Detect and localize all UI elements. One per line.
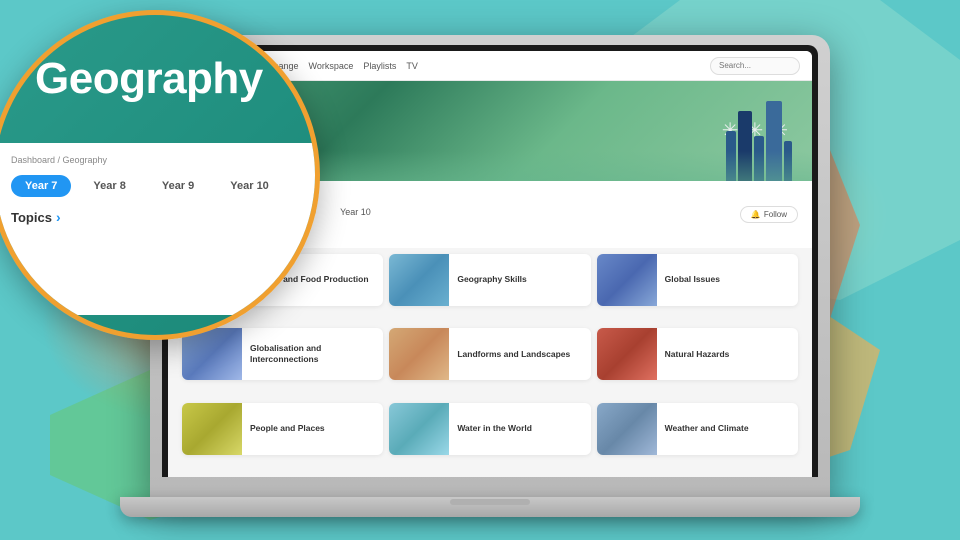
search-area bbox=[710, 57, 800, 75]
circle-year-tabs: Year 7 Year 8 Year 9 Year 10 bbox=[11, 175, 299, 197]
circle-breadcrumb: Dashboard / Geography bbox=[11, 155, 299, 165]
topic-name-global-issues: Global Issues bbox=[665, 274, 790, 285]
laptop-base bbox=[120, 497, 860, 517]
circle-content: Dashboard / Geography Year 7 Year 8 Year… bbox=[0, 143, 315, 315]
topic-card-global-issues[interactable]: Global Issues bbox=[597, 254, 798, 306]
topic-card-landforms[interactable]: Landforms and Landscapes bbox=[389, 328, 590, 380]
topic-thumb-natural bbox=[597, 328, 657, 380]
circle-topics: Topics › bbox=[11, 209, 299, 225]
topic-card-globalisation[interactable]: Globalisation and Interconnections bbox=[182, 328, 383, 380]
search-input[interactable] bbox=[710, 57, 800, 75]
topic-name-water: Water in the World bbox=[457, 423, 582, 434]
topic-card-geo-skills[interactable]: Geography Skills bbox=[389, 254, 590, 306]
circle-year-tab-7[interactable]: Year 7 bbox=[11, 175, 71, 197]
topic-name-people: People and Places bbox=[250, 423, 375, 434]
topic-card-water[interactable]: Water in the World bbox=[389, 403, 590, 455]
bell-icon: 🔔 bbox=[751, 210, 761, 219]
topic-name-geo-skills: Geography Skills bbox=[457, 274, 582, 285]
topic-card-weather[interactable]: Weather and Climate bbox=[597, 403, 798, 455]
topic-info-globalisation: Globalisation and Interconnections bbox=[242, 343, 383, 365]
topic-info-geo-skills: Geography Skills bbox=[449, 274, 590, 285]
topic-info-water: Water in the World bbox=[449, 423, 590, 434]
chevron-right-circle-icon: › bbox=[56, 209, 61, 225]
topic-thumb-global bbox=[597, 254, 657, 306]
topic-thumb-globalisation bbox=[182, 328, 242, 380]
topic-thumb-water bbox=[389, 403, 449, 455]
topic-name-weather: Weather and Climate bbox=[665, 423, 790, 434]
nav-tv[interactable]: TV bbox=[406, 61, 418, 71]
circle-title: Geography bbox=[35, 55, 285, 103]
topic-name-landforms: Landforms and Landscapes bbox=[457, 349, 582, 360]
circle-callout: Geography Dashboard / Geography Year 7 Y… bbox=[0, 10, 320, 340]
follow-button[interactable]: 🔔 Follow bbox=[740, 206, 798, 223]
circle-year-tab-10[interactable]: Year 10 bbox=[216, 175, 283, 197]
topic-thumb-weather bbox=[597, 403, 657, 455]
topic-thumb-people bbox=[182, 403, 242, 455]
topic-card-natural-hazards[interactable]: Natural Hazards bbox=[597, 328, 798, 380]
topic-thumb-landforms bbox=[389, 328, 449, 380]
year-tab-10[interactable]: Year 10 bbox=[331, 204, 380, 220]
circle-topics-label[interactable]: Topics bbox=[11, 210, 52, 225]
topic-info-natural-hazards: Natural Hazards bbox=[657, 349, 798, 360]
follow-label: Follow bbox=[764, 210, 787, 219]
circle-year-tab-9[interactable]: Year 9 bbox=[148, 175, 208, 197]
nav-playlists[interactable]: Playlists bbox=[363, 61, 396, 71]
topic-name-natural-hazards: Natural Hazards bbox=[665, 349, 790, 360]
circle-year-tab-8[interactable]: Year 8 bbox=[79, 175, 139, 197]
topic-card-people[interactable]: People and Places bbox=[182, 403, 383, 455]
nav-workspace[interactable]: Workspace bbox=[309, 61, 354, 71]
topic-info-landforms: Landforms and Landscapes bbox=[449, 349, 590, 360]
topic-name-globalisation: Globalisation and Interconnections bbox=[250, 343, 375, 365]
topic-thumb-geo-skills bbox=[389, 254, 449, 306]
topic-info-global-issues: Global Issues bbox=[657, 274, 798, 285]
topic-info-people: People and Places bbox=[242, 423, 383, 434]
topic-info-weather: Weather and Climate bbox=[657, 423, 798, 434]
